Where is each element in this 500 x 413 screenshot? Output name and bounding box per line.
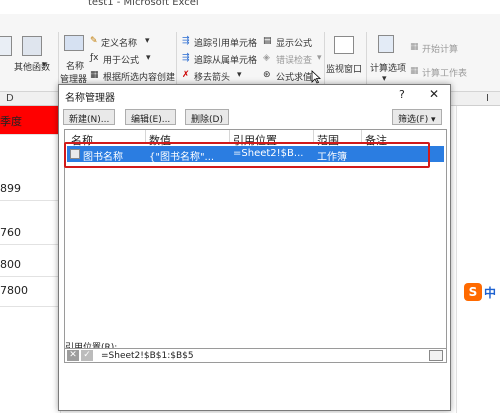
calculation-options-button[interactable]: 计算选项 bbox=[370, 61, 406, 74]
watch-window-button[interactable]: 监视窗口 bbox=[326, 62, 362, 75]
cell-red-header[interactable]: 季度 bbox=[0, 106, 60, 134]
error-checking-arrow[interactable]: ▾ bbox=[317, 53, 322, 63]
cell-value-3[interactable]: 800 bbox=[0, 258, 21, 271]
delete-name-button[interactable]: 删除(D) bbox=[185, 109, 229, 125]
use-in-formula-icon: ƒx bbox=[90, 53, 99, 63]
range-picker-icon[interactable] bbox=[429, 350, 443, 361]
title-bar: test1 - Microsoft Excel bbox=[0, 0, 500, 14]
cancel-edit-icon[interactable]: ✕ bbox=[67, 350, 79, 361]
show-formulas-button[interactable]: 显示公式 bbox=[276, 36, 312, 49]
show-formulas-icon: ▤ bbox=[263, 36, 272, 46]
error-checking-button[interactable]: 错误检查 bbox=[276, 53, 312, 66]
remove-arrows-icon: ✗ bbox=[182, 70, 190, 80]
calculation-options-arrow[interactable]: ▾ bbox=[382, 74, 387, 84]
other-functions-icon[interactable] bbox=[22, 36, 42, 56]
remove-arrows-arrow[interactable]: ▾ bbox=[237, 70, 242, 80]
help-icon[interactable]: ? bbox=[399, 88, 405, 101]
sogou-logo-icon: S bbox=[464, 283, 482, 301]
error-checking-icon: ◈ bbox=[263, 53, 270, 63]
function-library-icon[interactable] bbox=[0, 36, 12, 56]
ribbon: 其他函数 ▾ 名称 管理器 ✎ 定义名称 ▾ ƒx 用于公式 ▾ ▦ 根据所选内… bbox=[0, 14, 500, 98]
name-manager-label[interactable]: 名称 bbox=[66, 59, 84, 72]
new-name-button[interactable]: 新建(N)... bbox=[63, 109, 116, 125]
column-header-d[interactable]: D bbox=[6, 93, 14, 104]
define-name-button[interactable]: 定义名称 bbox=[101, 36, 137, 49]
use-in-formula-arrow[interactable]: ▾ bbox=[146, 53, 151, 63]
create-from-selection-icon: ▦ bbox=[90, 70, 99, 80]
cell-red-text: 季度 bbox=[0, 115, 22, 128]
column-header-i[interactable]: I bbox=[486, 93, 489, 104]
evaluate-formula-icon: ⊛ bbox=[263, 70, 271, 80]
use-in-formula-button[interactable]: 用于公式 bbox=[103, 53, 139, 66]
ime-indicator[interactable]: S 中 bbox=[462, 282, 498, 304]
trace-precedents-button[interactable]: 追踪引用单元格 bbox=[194, 36, 257, 49]
mouse-cursor-icon bbox=[311, 70, 321, 84]
watch-window-icon[interactable] bbox=[334, 36, 354, 54]
evaluate-formula-button[interactable]: 公式求值 bbox=[276, 70, 312, 83]
calculation-options-icon[interactable] bbox=[378, 35, 394, 53]
define-name-arrow[interactable]: ▾ bbox=[145, 36, 150, 46]
window-title: test1 - Microsoft Excel bbox=[88, 0, 199, 8]
create-from-selection-button[interactable]: 根据所选内容创建 bbox=[103, 70, 175, 83]
calculate-now-icon: ▦ bbox=[410, 42, 419, 52]
define-name-icon: ✎ bbox=[90, 36, 98, 46]
trace-dependents-icon: ⇶ bbox=[182, 53, 190, 63]
remove-arrows-button[interactable]: 移去箭头 bbox=[194, 70, 230, 83]
calculate-now-button[interactable]: 开始计算 bbox=[422, 42, 458, 55]
cell-value-4[interactable]: 7800 bbox=[0, 284, 28, 297]
name-manager-icon[interactable] bbox=[64, 35, 84, 51]
trace-precedents-icon: ⇶ bbox=[182, 36, 190, 46]
other-functions-arrow[interactable]: ▾ bbox=[42, 60, 47, 70]
refers-to-value[interactable]: =Sheet2!$B$1:$B$5 bbox=[101, 351, 194, 361]
trace-dependents-button[interactable]: 追踪从属单元格 bbox=[194, 53, 257, 66]
edit-name-button[interactable]: 编辑(E)... bbox=[125, 109, 177, 125]
calculate-sheet-button[interactable]: 计算工作表 bbox=[422, 66, 467, 79]
dialog-title: 名称管理器 bbox=[65, 93, 115, 104]
calculate-sheet-icon: ▦ bbox=[410, 66, 419, 76]
ime-mode-label[interactable]: 中 bbox=[484, 284, 496, 301]
close-icon[interactable]: ✕ bbox=[429, 87, 439, 101]
cell-value-1[interactable]: 899 bbox=[0, 182, 21, 195]
refers-to-field[interactable]: ✕ ✓ =Sheet2!$B$1:$B$5 bbox=[64, 348, 447, 363]
name-manager-dialog: 名称管理器 ? ✕ 新建(N)... 编辑(E)... 删除(D) 筛选(F) … bbox=[58, 84, 451, 411]
confirm-edit-icon[interactable]: ✓ bbox=[81, 350, 93, 361]
cell-value-2[interactable]: 760 bbox=[0, 226, 21, 239]
filter-button[interactable]: 筛选(F) ▾ bbox=[392, 109, 442, 125]
annotation-highlight-box bbox=[64, 142, 430, 168]
dialog-title-bar: 名称管理器 ? ✕ bbox=[59, 85, 450, 105]
